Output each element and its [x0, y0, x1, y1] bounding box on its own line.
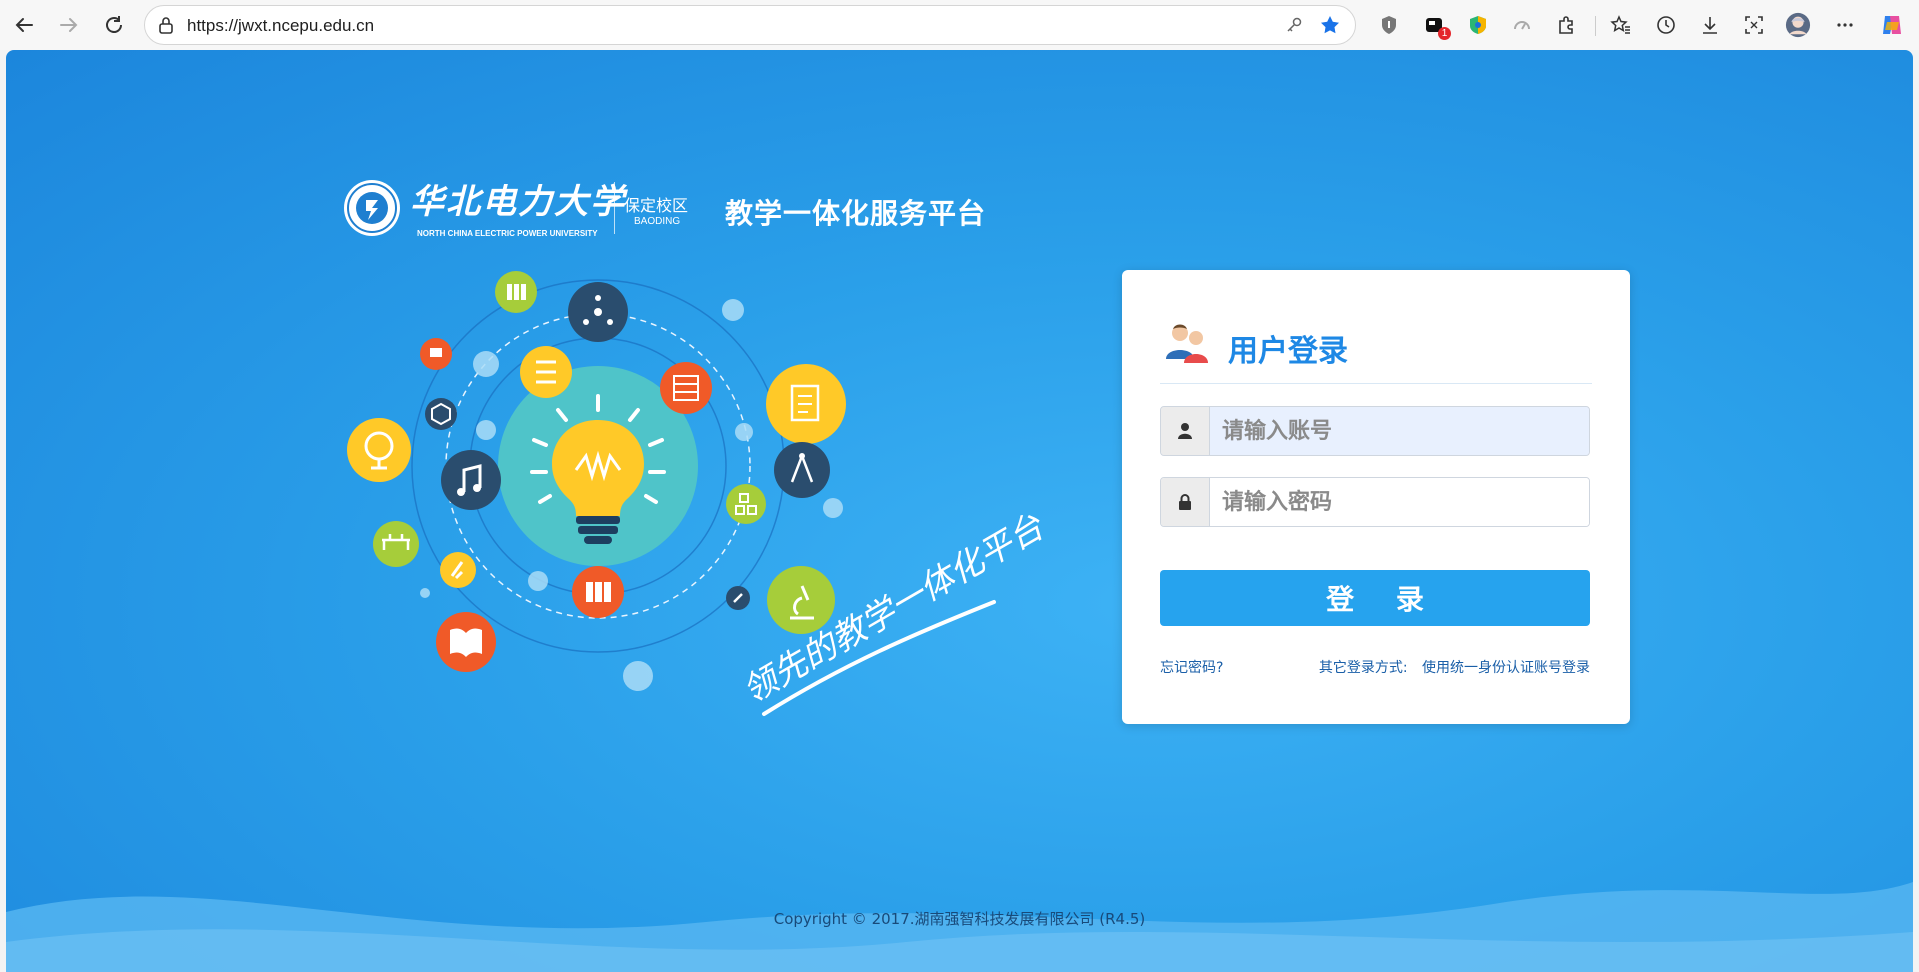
extension-badge: 1 [1438, 27, 1451, 40]
login-button[interactable]: 登 录 [1160, 570, 1590, 626]
telescope-icon [440, 552, 476, 588]
open-book-icon [436, 612, 496, 672]
sso-login-link[interactable]: 使用统一身份认证账号登录 [1422, 660, 1590, 676]
history-icon[interactable] [1653, 12, 1679, 38]
copilot-icon[interactable] [1879, 12, 1905, 38]
reload-icon[interactable] [99, 10, 129, 40]
back-icon[interactable] [9, 10, 39, 40]
performance-icon[interactable] [1509, 12, 1535, 38]
profile-avatar-icon[interactable] [1785, 12, 1811, 38]
document-icon [766, 364, 846, 444]
blocks-icon [726, 484, 766, 524]
address-bar[interactable]: https://jwxt.ncepu.edu.cn [144, 5, 1356, 45]
globe-icon [347, 418, 411, 482]
network-icon [568, 282, 628, 342]
wallet-extension-icon[interactable] [1465, 12, 1491, 38]
username-input[interactable] [1210, 407, 1589, 455]
university-name-cn: 华北电力大学 [410, 182, 626, 222]
university-emblem-icon [344, 180, 400, 236]
browser-toolbar: https://jwxt.ncepu.edu.cn 1 [0, 0, 1919, 50]
music-note-icon [441, 450, 501, 510]
library-icon [572, 566, 624, 618]
users-icon [1166, 324, 1208, 363]
footer-wave [6, 882, 1913, 972]
rocket-icon [726, 586, 750, 610]
education-illustration [347, 271, 996, 716]
books-icon [495, 271, 537, 313]
other-login-label: 其它登录方式: [1318, 660, 1408, 676]
login-title: 用户登录 [1228, 334, 1348, 369]
key-icon[interactable] [1285, 16, 1303, 38]
header-divider [614, 182, 615, 234]
shield-icon[interactable] [1376, 12, 1402, 38]
campus-name-cn: 保定校区 [624, 196, 689, 215]
school-icon [420, 338, 452, 370]
lock-icon [1161, 478, 1210, 526]
more-menu-icon[interactable] [1832, 12, 1858, 38]
login-card: 用户登录 登 录 忘记密码? 其它登录方式: 使用统一身份认证账号登录 [1122, 270, 1630, 724]
screenshot-icon[interactable] [1741, 12, 1767, 38]
download-icon[interactable] [1697, 12, 1723, 38]
username-field[interactable] [1160, 406, 1590, 456]
page-viewport: 华北电力大学 NORTH CHINA ELECTRIC POWER UNIVER… [6, 50, 1913, 972]
forward-icon[interactable] [54, 10, 84, 40]
url-text[interactable]: https://jwxt.ncepu.edu.cn [187, 16, 374, 36]
lock-icon[interactable] [157, 16, 175, 38]
compass-icon [774, 442, 830, 498]
toolbar-divider [1595, 16, 1596, 36]
title-divider [1160, 383, 1592, 384]
molecule-icon [425, 398, 457, 430]
favorite-star-icon[interactable] [1319, 14, 1341, 40]
extension-icon[interactable]: 1 [1421, 12, 1451, 40]
abacus-icon [660, 362, 712, 414]
campus-name-en: BAODING [634, 216, 681, 227]
puzzle-extensions-icon[interactable] [1553, 12, 1579, 38]
forgot-password-link[interactable]: 忘记密码? [1160, 657, 1223, 677]
copyright-text: Copyright © 2017.湖南强智科技发展有限公司 (R4.5) [773, 910, 1146, 928]
user-icon [1161, 407, 1210, 455]
workbench-icon [373, 521, 419, 567]
password-field[interactable] [1160, 477, 1590, 527]
scroll-icon [520, 346, 572, 398]
university-name-en: NORTH CHINA ELECTRIC POWER UNIVERSITY [417, 229, 598, 238]
platform-title: 教学一体化服务平台 [725, 197, 987, 230]
password-input[interactable] [1210, 478, 1589, 526]
favorites-icon[interactable] [1608, 12, 1634, 38]
